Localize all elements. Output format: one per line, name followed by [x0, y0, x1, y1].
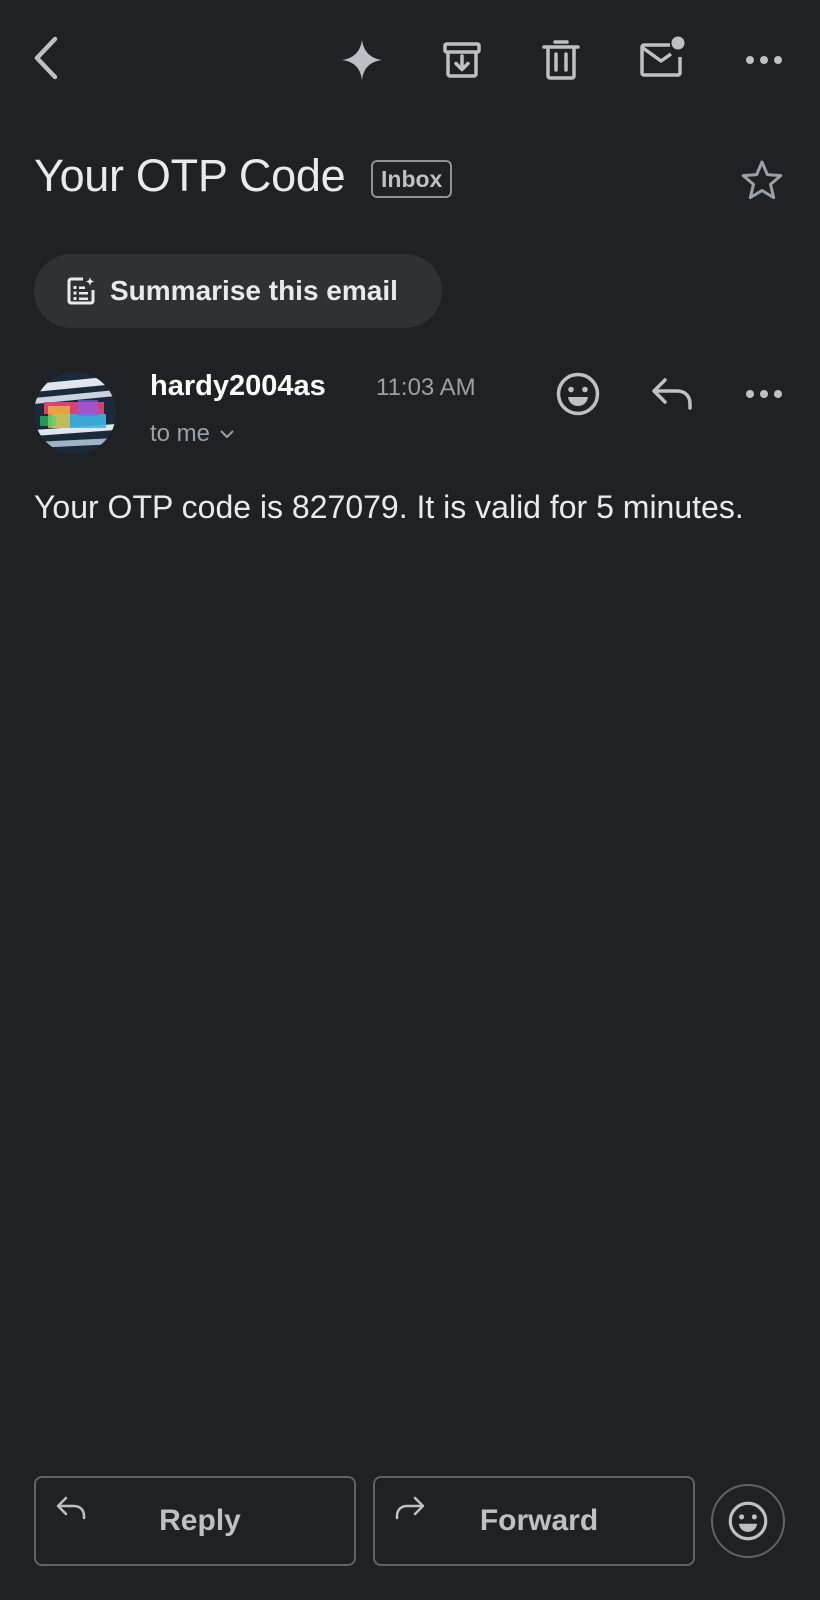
message-more-options-button[interactable]: [738, 368, 790, 420]
more-horizontal-icon: [746, 390, 782, 398]
avatar-image: [34, 372, 116, 454]
summary-icon: [66, 276, 96, 306]
forward-button[interactable]: Forward: [373, 1476, 695, 1566]
mark-unread-icon: [640, 36, 685, 77]
emoji-icon: [728, 1501, 768, 1541]
chevron-down-icon: [220, 430, 234, 438]
forward-icon: [395, 1496, 425, 1525]
mark-unread-button[interactable]: [634, 30, 690, 86]
summarise-label: Summarise this email: [110, 275, 398, 306]
delete-button[interactable]: [535, 34, 587, 86]
reply-label: Reply: [159, 1504, 241, 1537]
back-button[interactable]: [22, 30, 70, 86]
email-subject: Your OTP Code: [34, 150, 346, 201]
more-options-button[interactable]: [738, 34, 790, 86]
chevron-left-icon: [34, 36, 58, 80]
gemini-button[interactable]: [336, 34, 388, 86]
star-icon: [741, 160, 783, 200]
sender-name[interactable]: hardy2004as: [150, 370, 326, 403]
sparkle-icon: [342, 40, 382, 80]
message-body: Your OTP code is 827079. It is valid for…: [34, 489, 744, 525]
forward-label: Forward: [479, 1504, 599, 1537]
trash-icon: [542, 40, 580, 80]
summarise-email-button[interactable]: Summarise this email: [34, 254, 442, 328]
inbox-label-badge[interactable]: Inbox: [371, 160, 453, 198]
recipients-label: to me: [150, 420, 211, 447]
emoji-icon: [556, 372, 600, 416]
reaction-button[interactable]: [711, 1484, 785, 1558]
archive-button[interactable]: [436, 34, 488, 86]
star-button[interactable]: [736, 154, 788, 206]
sent-time: 11:03 AM: [376, 374, 476, 401]
add-reaction-button[interactable]: [552, 368, 604, 420]
reply-icon: [56, 1496, 86, 1525]
archive-icon: [443, 42, 481, 78]
reply-button[interactable]: Reply: [34, 1476, 356, 1566]
more-horizontal-icon: [746, 56, 782, 64]
reply-icon-button[interactable]: [646, 368, 698, 420]
reply-icon: [652, 378, 692, 410]
sender-avatar[interactable]: [34, 372, 116, 454]
recipients-toggle[interactable]: to me: [150, 420, 234, 448]
